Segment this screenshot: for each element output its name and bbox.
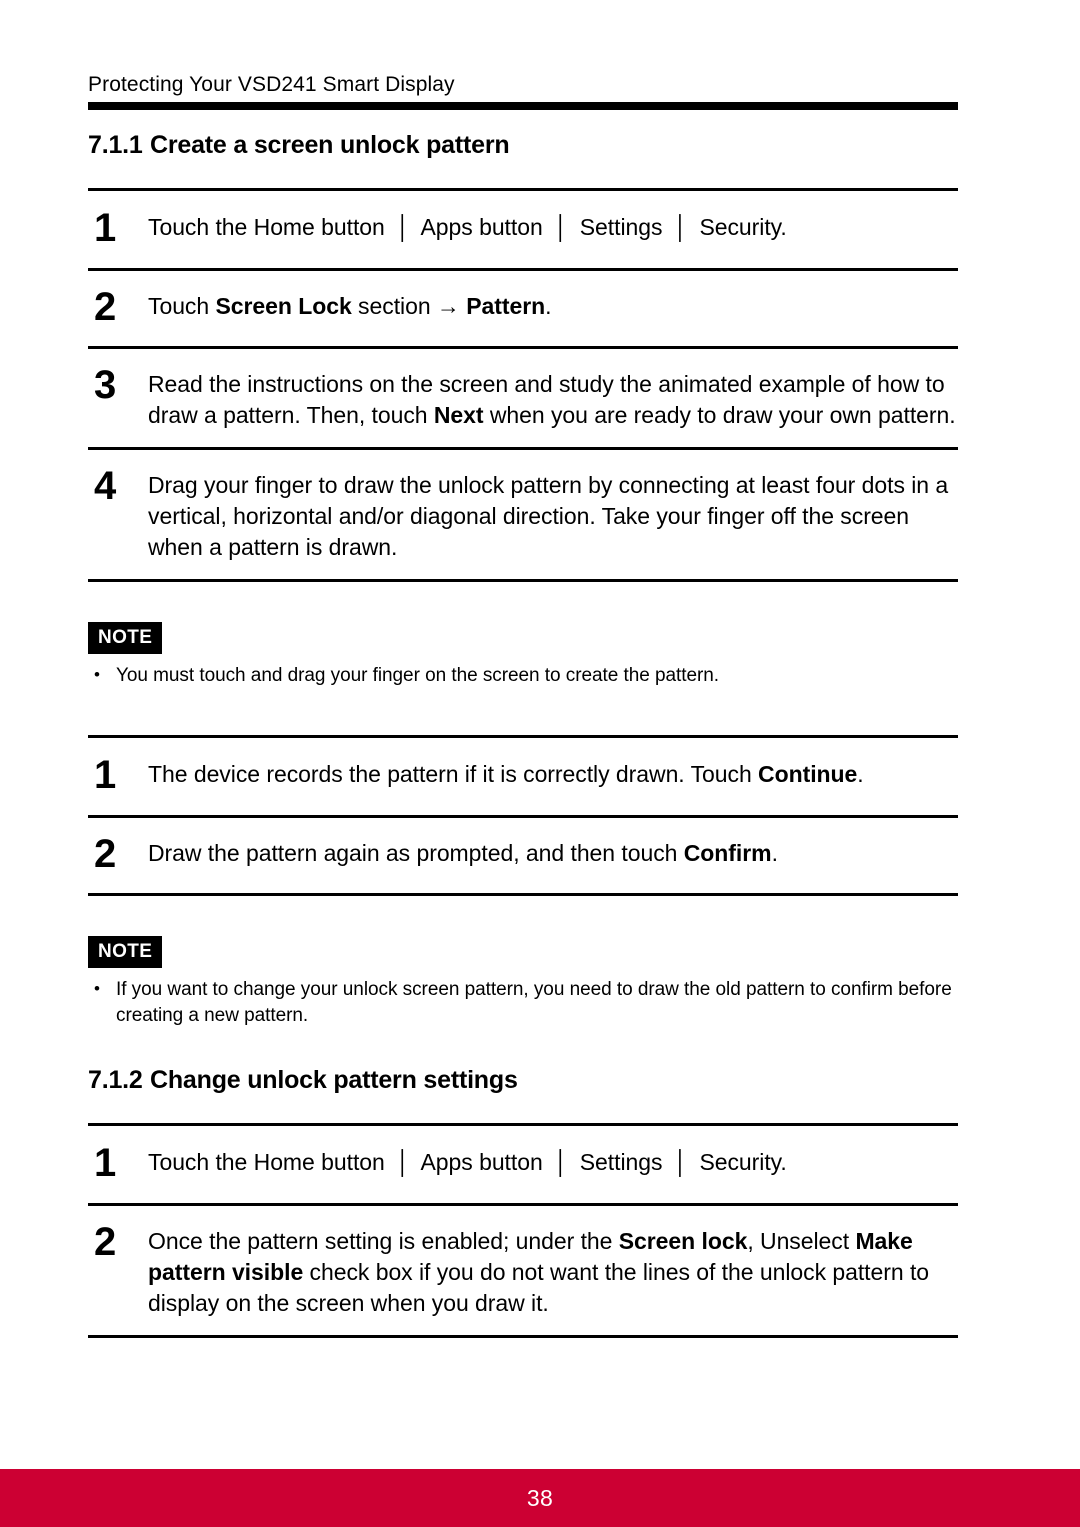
separator-bar-icon: │ bbox=[673, 1149, 689, 1175]
section-title: Create a screen unlock pattern bbox=[150, 131, 510, 159]
step-item: 1 Touch the Home button │ Apps button │ … bbox=[0, 1126, 1080, 1203]
step-number: 3 bbox=[94, 363, 116, 407]
note-list: If you want to change your unlock screen… bbox=[88, 976, 958, 1029]
separator-bar-icon: │ bbox=[554, 214, 569, 240]
note-list-item: If you want to change your unlock screen… bbox=[88, 976, 958, 1029]
note-list: You must touch and drag your finger on t… bbox=[88, 662, 958, 689]
section-title: Change unlock pattern settings bbox=[150, 1066, 518, 1094]
step-number: 1 bbox=[94, 1141, 116, 1185]
step-text: Once the pattern setting is enabled; und… bbox=[148, 1228, 930, 1316]
step-text: Touch the Home button │ Apps button │ Se… bbox=[148, 206, 958, 243]
note-badge: NOTE bbox=[88, 622, 163, 654]
document-page: Protecting Your VSD241 Smart Display 7.1… bbox=[0, 0, 1080, 1527]
step-item: 2 Draw the pattern again as prompted, an… bbox=[0, 818, 1080, 893]
step-text: Touch the Home button │ Apps button │ Se… bbox=[148, 1141, 958, 1178]
step-number: 2 bbox=[94, 285, 116, 329]
step-number: 4 bbox=[94, 464, 116, 508]
step-text: Drag your finger to draw the unlock patt… bbox=[148, 472, 949, 560]
note-list-item: You must touch and drag your finger on t… bbox=[88, 662, 958, 689]
step-text: Draw the pattern again as prompted, and … bbox=[148, 840, 778, 866]
step-rule bbox=[88, 1335, 958, 1338]
step-number: 1 bbox=[94, 206, 116, 250]
step-item: 4 Drag your finger to draw the unlock pa… bbox=[0, 450, 1080, 579]
footer-bar: 38 bbox=[0, 1469, 1080, 1527]
step-item: 2 Once the pattern setting is enabled; u… bbox=[0, 1206, 1080, 1335]
section-heading-712: 7.1.2 Change unlock pattern settings bbox=[0, 1063, 1080, 1097]
separator-bar-icon: │ bbox=[554, 1149, 569, 1175]
page-number: 38 bbox=[526, 1485, 554, 1511]
step-item: 1 The device records the pattern if it i… bbox=[0, 738, 1080, 815]
note-badge: NOTE bbox=[88, 936, 163, 968]
note-block: NOTE You must touch and drag your finger… bbox=[0, 622, 1080, 689]
header-rule bbox=[88, 102, 958, 110]
separator-bar-icon: │ bbox=[396, 1149, 411, 1175]
section-heading-711: 7.1.1 Create a screen unlock pattern bbox=[0, 128, 1080, 162]
step-item: 2 Touch Screen Lock section → Pattern. bbox=[0, 271, 1080, 346]
note-block: NOTE If you want to change your unlock s… bbox=[0, 936, 1080, 1029]
step-text: Read the instructions on the screen and … bbox=[148, 371, 956, 428]
step-number: 2 bbox=[94, 832, 116, 876]
section-number: 7.1.1 bbox=[88, 131, 143, 159]
step-item: 1 Touch the Home button │ Apps button │ … bbox=[0, 191, 1080, 268]
step-number: 2 bbox=[94, 1220, 116, 1264]
section-number: 7.1.2 bbox=[88, 1066, 143, 1094]
separator-bar-icon: │ bbox=[673, 214, 689, 240]
page-content: 7.1.1 Create a screen unlock pattern 1 To… bbox=[0, 128, 1080, 1338]
step-text: Touch Screen Lock section → Pattern. bbox=[148, 293, 552, 319]
running-header-title: Protecting Your VSD241 Smart Display bbox=[88, 73, 455, 96]
step-item: 3 Read the instructions on the screen an… bbox=[0, 349, 1080, 447]
separator-bar-icon: │ bbox=[396, 214, 411, 240]
step-number: 1 bbox=[94, 753, 116, 797]
step-text: The device records the pattern if it is … bbox=[148, 761, 864, 787]
